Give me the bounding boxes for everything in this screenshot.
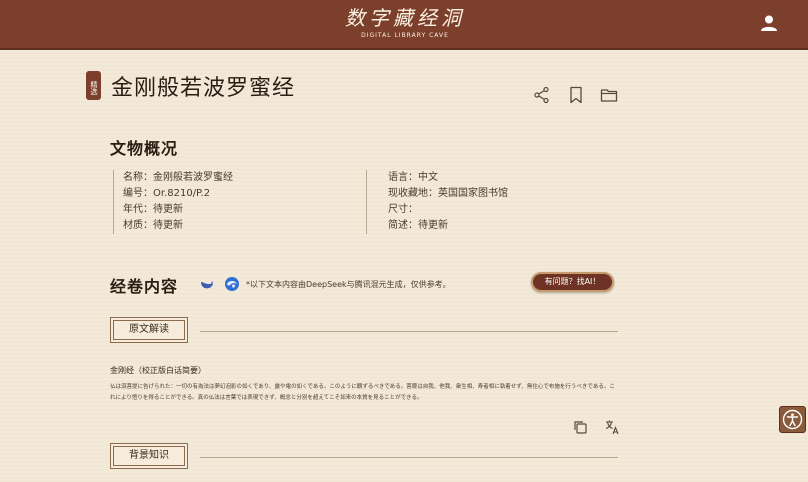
copy-icon[interactable] bbox=[572, 419, 588, 435]
overview-right-column: 语言：中文 现收藏地：英国国家图书馆 尺寸： 简述：待更新 bbox=[366, 170, 508, 234]
info-name: 名称：金刚般若波罗蜜经 bbox=[123, 172, 233, 183]
accessibility-icon bbox=[782, 409, 803, 430]
info-era: 年代：待更新 bbox=[123, 204, 183, 215]
tab-background-knowledge[interactable]: 背景知识 bbox=[110, 443, 188, 469]
user-icon[interactable] bbox=[760, 14, 778, 32]
top-bar: 数字藏经洞 DIGITAL LIBRARY CAVE bbox=[0, 0, 808, 50]
info-language: 语言：中文 bbox=[388, 172, 438, 183]
source-body: 仏は須菩提に告げられた：一切の有為法は夢幻泡影の如くであり、露や電の如くである。… bbox=[110, 384, 615, 401]
featured-badge: 精选 bbox=[86, 71, 101, 100]
content-heading: 经卷内容 bbox=[110, 277, 179, 296]
tab-background-label: 背景知识 bbox=[113, 446, 185, 466]
overview-heading: 文物概况 bbox=[110, 139, 179, 158]
translate-icon[interactable] bbox=[604, 419, 620, 435]
share-icon[interactable] bbox=[533, 86, 551, 104]
logo-main-text: 数字藏经洞 bbox=[345, 6, 465, 30]
site-logo[interactable]: 数字藏经洞 DIGITAL LIBRARY CAVE bbox=[330, 6, 480, 44]
ai-disclaimer: *以下文本内容由DeepSeek与腾讯混元生成，仅供参考。 bbox=[246, 280, 451, 289]
hunyuan-icon bbox=[225, 277, 239, 291]
info-number: 编号：Or.8210/P.2 bbox=[123, 188, 211, 199]
divider-line bbox=[200, 331, 618, 332]
info-size: 尺寸： bbox=[388, 204, 418, 215]
deepseek-icon bbox=[201, 281, 213, 289]
accessibility-button[interactable] bbox=[779, 406, 806, 433]
tab-original-interpretation[interactable]: 原文解读 bbox=[110, 317, 188, 343]
logo-sub-text: DIGITAL LIBRARY CAVE bbox=[361, 32, 449, 39]
bookmark-icon[interactable] bbox=[567, 86, 585, 104]
info-material: 材质：待更新 bbox=[123, 220, 183, 231]
info-collection: 现收藏地：英国国家图书馆 bbox=[388, 188, 508, 199]
tab-original-label: 原文解读 bbox=[113, 320, 185, 340]
source-title: 金刚经（校正版白话简要） bbox=[110, 366, 206, 375]
folder-icon[interactable] bbox=[600, 86, 618, 104]
divider-line bbox=[200, 457, 618, 458]
page-title: 金刚般若波罗蜜经 bbox=[111, 76, 296, 101]
ask-ai-button[interactable]: 有问题？找AI！ bbox=[531, 272, 614, 292]
overview-left-column: 名称：金刚般若波罗蜜经 编号：Or.8210/P.2 年代：待更新 材质：待更新 bbox=[113, 170, 233, 234]
info-description: 简述：待更新 bbox=[388, 220, 448, 231]
